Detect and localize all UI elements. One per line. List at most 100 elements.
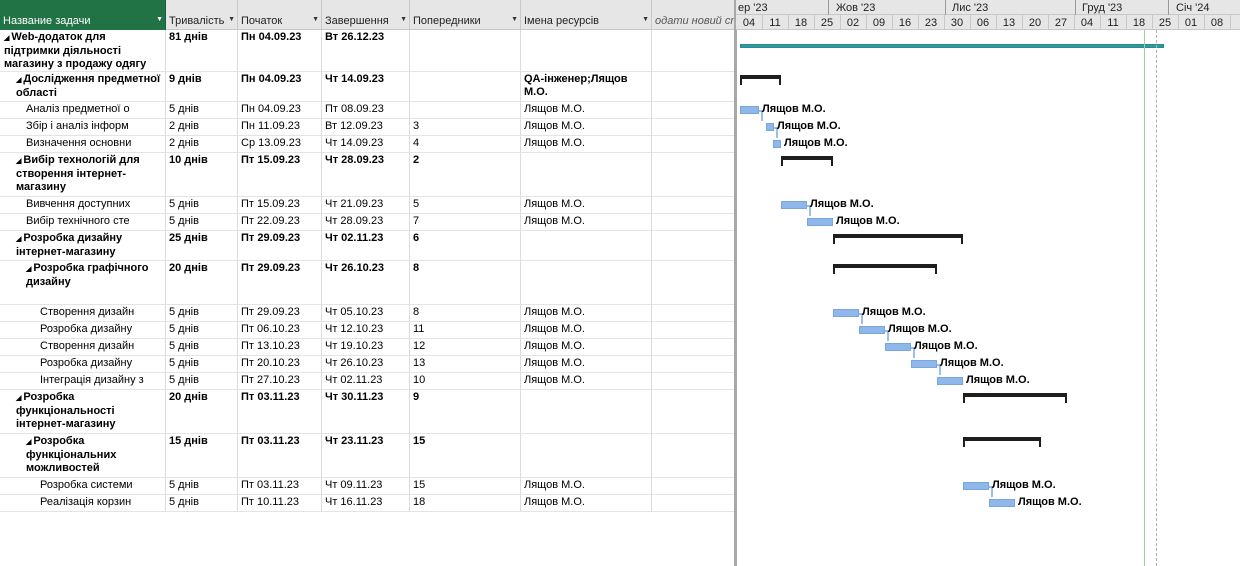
column-header-6[interactable]: одати новий ст — [652, 0, 735, 30]
predecessors-cell[interactable]: 8 — [410, 261, 521, 305]
task-name-cell[interactable]: ◢ Вибір технологій для створення інтернет… — [0, 153, 166, 197]
start-cell[interactable]: Пт 15.09.23 — [238, 153, 322, 197]
predecessors-cell[interactable] — [410, 102, 521, 119]
start-cell[interactable]: Пт 03.11.23 — [238, 478, 322, 495]
start-cell[interactable]: Пт 15.09.23 — [238, 197, 322, 214]
start-cell[interactable]: Пн 04.09.23 — [238, 30, 322, 72]
predecessors-cell[interactable]: 10 — [410, 373, 521, 390]
finish-cell[interactable]: Чт 30.11.23 — [322, 390, 410, 434]
resource-names-cell[interactable]: Лящов М.О. — [521, 322, 652, 339]
resource-names-cell[interactable] — [521, 30, 652, 72]
duration-cell[interactable]: 5 днів — [166, 495, 238, 512]
start-cell[interactable]: Пт 29.09.23 — [238, 305, 322, 322]
duration-cell[interactable]: 20 днів — [166, 261, 238, 305]
finish-cell[interactable]: Чт 28.09.23 — [322, 214, 410, 231]
task-bar[interactable] — [766, 123, 774, 131]
finish-cell[interactable]: Чт 26.10.23 — [322, 356, 410, 373]
table-row[interactable]: Аналіз предметної о 5 днів Пн 04.09.23 Пт 0… — [0, 102, 735, 119]
duration-cell[interactable]: 5 днів — [166, 305, 238, 322]
predecessors-cell[interactable]: 4 — [410, 136, 521, 153]
task-bar[interactable] — [807, 218, 833, 226]
table-row[interactable]: Збір і аналіз інформ 2 днів Пн 11.09.23 Вт … — [0, 119, 735, 136]
duration-cell[interactable]: 15 днів — [166, 434, 238, 478]
finish-cell[interactable]: Чт 23.11.23 — [322, 434, 410, 478]
start-cell[interactable]: Пн 11.09.23 — [238, 119, 322, 136]
finish-cell[interactable]: Пт 08.09.23 — [322, 102, 410, 119]
start-cell[interactable]: Пт 06.10.23 — [238, 322, 322, 339]
predecessors-cell[interactable] — [410, 72, 521, 102]
start-cell[interactable]: Пт 03.11.23 — [238, 390, 322, 434]
predecessors-cell[interactable]: 2 — [410, 153, 521, 197]
resource-names-cell[interactable]: Лящов М.О. — [521, 478, 652, 495]
task-name-cell[interactable]: Реалізація корзин — [0, 495, 166, 512]
resource-names-cell[interactable]: Лящов М.О. — [521, 305, 652, 322]
task-name-cell[interactable]: ◢ Розробка функціональності інтернет-мага… — [0, 390, 166, 434]
column-header-3[interactable]: Завершення ▼ — [322, 0, 410, 30]
add-column-cell[interactable] — [652, 231, 735, 261]
start-cell[interactable]: Пт 22.09.23 — [238, 214, 322, 231]
collapse-triangle-icon[interactable]: ◢ — [16, 395, 21, 402]
task-bar[interactable] — [885, 343, 911, 351]
finish-cell[interactable]: Чт 02.11.23 — [322, 373, 410, 390]
add-column-cell[interactable] — [652, 322, 735, 339]
task-name-cell[interactable]: ◢ Розробка дизайну інтернет-магазину — [0, 231, 166, 261]
start-cell[interactable]: Пт 13.10.23 — [238, 339, 322, 356]
collapse-triangle-icon[interactable]: ◢ — [26, 266, 31, 273]
duration-cell[interactable]: 5 днів — [166, 214, 238, 231]
resource-names-cell[interactable] — [521, 231, 652, 261]
table-row[interactable]: Розробка системи 5 днів Пт 03.11.23 Чт 09.1… — [0, 478, 735, 495]
resource-names-cell[interactable]: Лящов М.О. — [521, 102, 652, 119]
table-row[interactable]: ◢ Розробка графічного дизайну 20 днів Пт 29… — [0, 261, 735, 305]
collapse-triangle-icon[interactable]: ◢ — [16, 236, 21, 243]
duration-cell[interactable]: 9 днів — [166, 72, 238, 102]
filter-dropdown-icon[interactable]: ▼ — [312, 16, 319, 23]
finish-cell[interactable]: Чт 14.09.23 — [322, 136, 410, 153]
task-name-cell[interactable]: Створення дизайн — [0, 305, 166, 322]
task-name-cell[interactable]: Вивчення доступних — [0, 197, 166, 214]
add-column-cell[interactable] — [652, 153, 735, 197]
resource-names-cell[interactable] — [521, 153, 652, 197]
finish-cell[interactable]: Вт 12.09.23 — [322, 119, 410, 136]
finish-cell[interactable]: Чт 02.11.23 — [322, 231, 410, 261]
filter-dropdown-icon[interactable]: ▼ — [400, 16, 407, 23]
predecessors-cell[interactable]: 8 — [410, 305, 521, 322]
predecessors-cell[interactable]: 18 — [410, 495, 521, 512]
summary-task-bar[interactable] — [833, 264, 937, 274]
summary-task-bar[interactable] — [781, 156, 833, 166]
table-row[interactable]: Розробка дизайну 5 днів Пт 06.10.23 Чт 12.1… — [0, 322, 735, 339]
duration-cell[interactable]: 25 днів — [166, 231, 238, 261]
add-column-cell[interactable] — [652, 30, 735, 72]
task-bar[interactable] — [859, 326, 885, 334]
table-row[interactable]: ◢ Дослідження предметної області 9 днів Пн … — [0, 72, 735, 102]
finish-cell[interactable]: Чт 12.10.23 — [322, 322, 410, 339]
task-name-cell[interactable]: Розробка дизайну — [0, 356, 166, 373]
finish-cell[interactable]: Чт 09.11.23 — [322, 478, 410, 495]
resource-names-cell[interactable]: Лящов М.О. — [521, 373, 652, 390]
collapse-triangle-icon[interactable]: ◢ — [16, 77, 21, 84]
task-name-cell[interactable]: ◢ Web-додаток для підтримки діяльності ма… — [0, 30, 166, 72]
task-bar[interactable] — [989, 499, 1015, 507]
add-column-cell[interactable] — [652, 72, 735, 102]
task-name-cell[interactable]: Аналіз предметної о — [0, 102, 166, 119]
summary-task-bar[interactable] — [833, 234, 963, 244]
table-row[interactable]: Вибір технічного сте 5 днів Пт 22.09.23 Чт … — [0, 214, 735, 231]
resource-names-cell[interactable]: QA-інженер;Лящов М.О. — [521, 72, 652, 102]
predecessors-cell[interactable] — [410, 30, 521, 72]
predecessors-cell[interactable]: 9 — [410, 390, 521, 434]
collapse-triangle-icon[interactable]: ◢ — [16, 158, 21, 165]
add-column-cell[interactable] — [652, 478, 735, 495]
duration-cell[interactable]: 5 днів — [166, 322, 238, 339]
predecessors-cell[interactable]: 15 — [410, 478, 521, 495]
column-header-5[interactable]: Імена ресурсів ▼ — [521, 0, 652, 30]
duration-cell[interactable]: 2 днів — [166, 119, 238, 136]
finish-cell[interactable]: Чт 14.09.23 — [322, 72, 410, 102]
resource-names-cell[interactable]: Лящов М.О. — [521, 197, 652, 214]
task-bar[interactable] — [781, 201, 807, 209]
table-row[interactable]: Визначення основни 2 днів Ср 13.09.23 Чт 14… — [0, 136, 735, 153]
predecessors-cell[interactable]: 6 — [410, 231, 521, 261]
predecessors-cell[interactable]: 5 — [410, 197, 521, 214]
resource-names-cell[interactable] — [521, 434, 652, 478]
predecessors-cell[interactable]: 11 — [410, 322, 521, 339]
start-cell[interactable]: Пт 27.10.23 — [238, 373, 322, 390]
duration-cell[interactable]: 5 днів — [166, 373, 238, 390]
